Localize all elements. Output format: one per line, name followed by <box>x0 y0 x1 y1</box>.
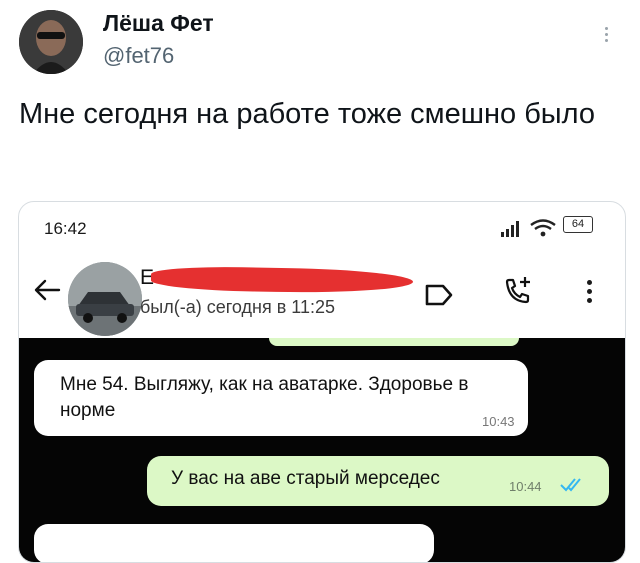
read-receipt-icon <box>560 478 581 492</box>
chat-body: Мне 54. Выгляжу, как на аватарке. Здоров… <box>19 338 625 562</box>
message-time: 10:43 <box>482 414 515 429</box>
outgoing-message[interactable]: У вас на аве старый мерседес 10:44 <box>147 456 609 506</box>
status-time: 16:42 <box>44 219 87 238</box>
author-name[interactable]: Лёша Фет <box>103 10 214 37</box>
author-handle[interactable]: @fet76 <box>103 43 174 69</box>
next-message-bubble <box>34 524 434 562</box>
contact-avatar[interactable] <box>68 262 142 336</box>
message-text: У вас на аве старый мерседес <box>171 468 440 489</box>
video-call-icon[interactable] <box>423 280 457 310</box>
message-text: Мне 54. Выгляжу, как на аватарке. Здоров… <box>60 374 469 421</box>
previous-message-bubble <box>269 338 519 346</box>
redaction-mark <box>150 265 414 295</box>
tweet-header: Лёша Фет @fet76 <box>0 0 640 80</box>
incoming-message[interactable]: Мне 54. Выгляжу, как на аватарке. Здоров… <box>34 360 528 436</box>
battery-icon: 64 <box>563 216 593 233</box>
back-arrow-icon[interactable] <box>31 274 63 306</box>
add-call-icon[interactable] <box>501 274 535 310</box>
contact-status: был(-а) сегодня в 11:25 <box>140 297 336 317</box>
embedded-chat-screenshot[interactable]: 16:42 64 Е был(-а) сегодня в 11:25 Мне 5… <box>18 201 626 563</box>
vertical-dots-icon[interactable] <box>600 24 612 50</box>
tweet-text: Мне сегодня на работе тоже смешно было <box>19 98 596 130</box>
chat-header: Е был(-а) сегодня в 11:25 <box>19 254 625 338</box>
message-time: 10:44 <box>509 479 542 494</box>
author-avatar[interactable] <box>19 10 83 74</box>
menu-dots-icon[interactable] <box>584 276 594 310</box>
